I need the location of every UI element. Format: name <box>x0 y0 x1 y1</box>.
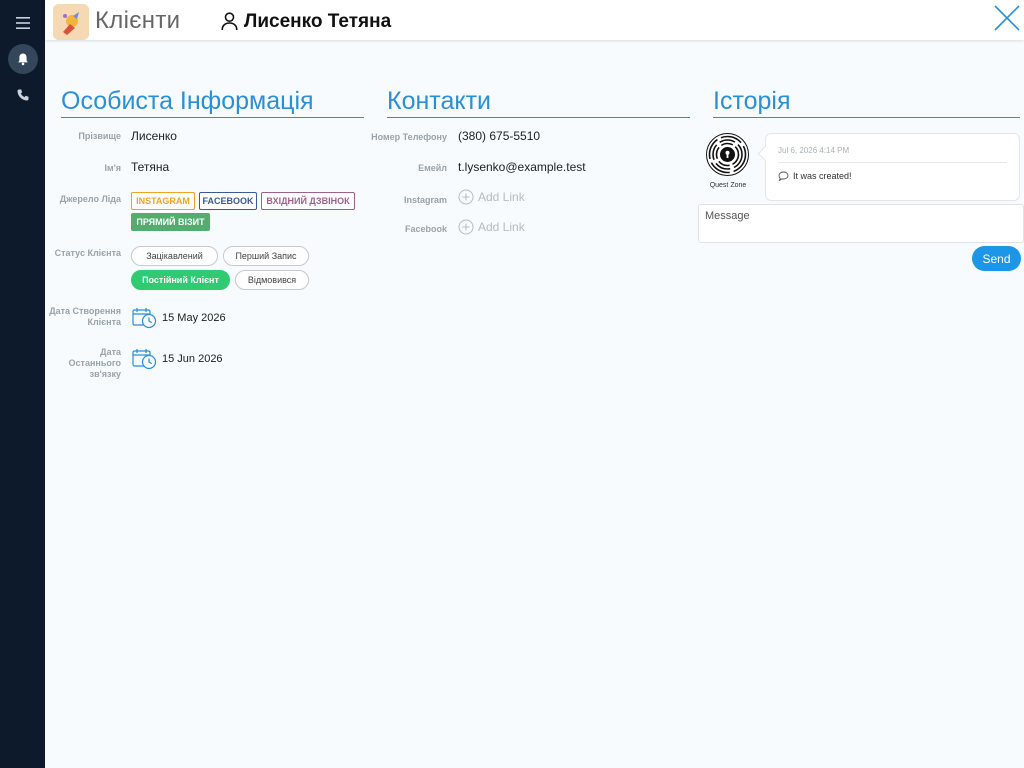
app-title: Клієнти <box>95 7 181 34</box>
contacts-heading: Контакти <box>387 87 491 115</box>
client-status-label: Статус Клієнта <box>54 248 121 258</box>
lead-tag-incoming-call[interactable]: Вхідний дзвінок <box>261 192 355 210</box>
last-contact-label: Дата Останнього зв'язку <box>68 347 121 379</box>
calendar-clock-icon[interactable] <box>132 307 157 329</box>
facebook-add-link-label: Add Link <box>478 220 525 234</box>
message-input[interactable] <box>698 204 1024 243</box>
hamburger-icon[interactable] <box>8 8 38 38</box>
phone-label: Номер Телефону <box>371 132 447 142</box>
left-sidebar <box>0 0 45 768</box>
calendar-clock-icon[interactable] <box>132 348 157 370</box>
history-event-card: Jul 6, 2026 4:14 PM It was created! <box>765 133 1020 201</box>
plus-circle-icon <box>458 219 474 235</box>
status-option-declined[interactable]: Відмовився <box>235 270 309 290</box>
lead-tag-facebook[interactable]: Facebook <box>199 192 257 210</box>
instagram-label: Instagram <box>403 195 447 205</box>
close-icon[interactable] <box>992 3 1022 33</box>
facebook-add-link[interactable]: Add Link <box>458 219 525 235</box>
created-date-value[interactable]: 15 May 2026 <box>162 312 226 324</box>
personal-info-divider <box>61 117 364 118</box>
status-option-regular-client[interactable]: Постійний Клієнт <box>131 270 230 290</box>
person-icon <box>221 12 238 31</box>
comment-icon <box>778 171 789 181</box>
plus-circle-icon <box>458 189 474 205</box>
personal-info-heading: Особиста Інформація <box>61 87 314 115</box>
lead-tag-instagram[interactable]: Instagram <box>131 192 195 210</box>
bell-icon[interactable] <box>8 44 38 74</box>
event-date: Jul 6, 2026 4:14 PM <box>778 146 850 155</box>
app-logo-icon <box>53 4 89 40</box>
lead-source-label: Джерело Ліда <box>59 194 121 204</box>
history-heading: Історія <box>713 87 791 115</box>
instagram-add-link-label: Add Link <box>478 190 525 204</box>
email-label: Емейл <box>418 163 447 173</box>
first-name-value[interactable]: Тетяна <box>131 160 169 174</box>
contacts-divider <box>387 117 690 118</box>
event-text-row: It was created! <box>778 171 852 181</box>
phone-icon[interactable] <box>8 80 38 110</box>
phone-value[interactable]: (380) 675-5510 <box>458 129 540 143</box>
facebook-label: Facebook <box>404 224 447 234</box>
created-date-label: Дата Створення Клієнта <box>49 306 121 327</box>
status-option-interested[interactable]: Зацікавлений <box>131 246 218 266</box>
surname-label: Прізвище <box>78 131 121 141</box>
top-bar: Клієнти Лисенко Тетяна <box>45 0 1024 40</box>
event-divider <box>778 162 1007 163</box>
instagram-add-link[interactable]: Add Link <box>458 189 525 205</box>
author-name: Quest Zone <box>709 182 747 189</box>
maze-logo-icon <box>706 133 749 176</box>
event-text: It was created! <box>793 171 852 181</box>
email-value[interactable]: t.lysenko@example.test <box>458 160 586 174</box>
status-option-first-booking[interactable]: Перший Запис <box>223 246 309 266</box>
last-contact-value[interactable]: 15 Jun 2026 <box>162 353 223 365</box>
lead-tag-direct-visit[interactable]: Прямий візит <box>131 213 210 231</box>
surname-value[interactable]: Лисенко <box>131 129 177 143</box>
history-divider <box>713 117 1020 118</box>
send-button[interactable]: Send <box>972 246 1021 271</box>
first-name-label: Ім'я <box>104 163 121 173</box>
client-name: Лисенко Тетяна <box>244 11 392 32</box>
